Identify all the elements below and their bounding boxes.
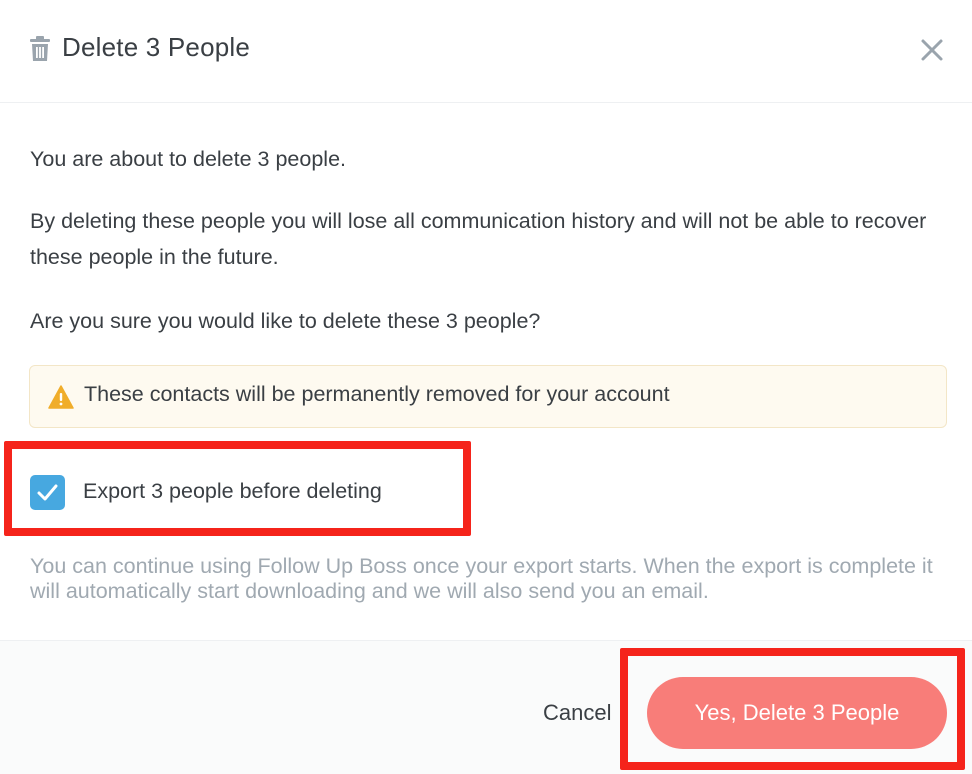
warning-text: These contacts will be permanently remov… xyxy=(84,382,670,406)
close-icon[interactable] xyxy=(916,34,948,66)
warning-icon xyxy=(48,385,74,409)
export-note: You can continue using Follow Up Boss on… xyxy=(30,554,933,603)
cancel-button[interactable]: Cancel xyxy=(543,700,611,726)
delete-people-dialog: Delete 3 People You are about to delete … xyxy=(0,0,972,774)
trash-icon xyxy=(30,36,50,61)
dialog-title: Delete 3 People xyxy=(62,32,251,62)
consequence-text: By deleting these people you will lose a… xyxy=(30,209,927,269)
warning-banner: These contacts will be permanently remov… xyxy=(29,365,947,428)
confirm-question-text: Are you sure you would like to delete th… xyxy=(30,309,541,333)
highlight-box-confirm xyxy=(620,648,965,770)
highlight-box-export xyxy=(4,441,471,536)
intro-text: You are about to delete 3 people. xyxy=(30,147,347,171)
dialog-header: Delete 3 People xyxy=(0,0,972,103)
